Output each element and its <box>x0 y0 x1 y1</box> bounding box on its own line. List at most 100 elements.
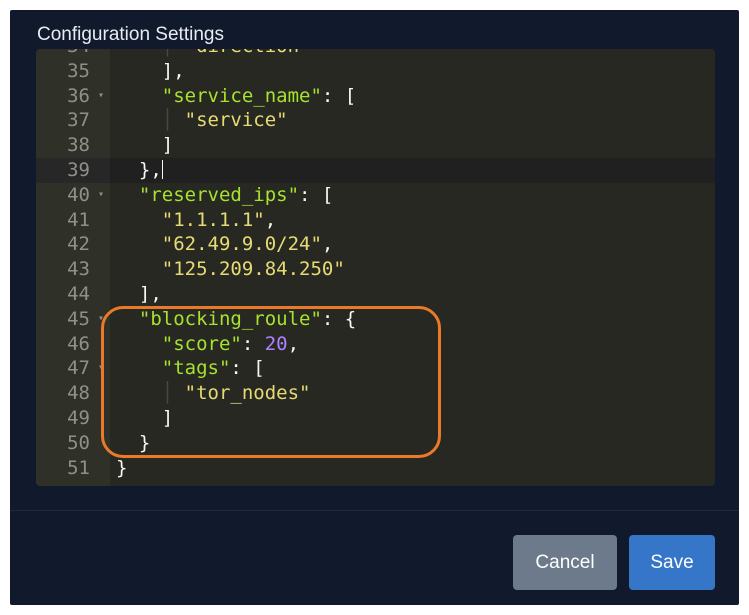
code-token: } <box>116 431 151 454</box>
code-line[interactable]: 36 ▾ "service_name": [ <box>36 84 715 109</box>
code-line[interactable]: 46 "score": 20, <box>36 332 715 357</box>
code-token: "service" <box>184 109 288 132</box>
line-number: 43 <box>67 258 90 281</box>
fold-arrow-icon[interactable]: ▾ <box>96 356 106 381</box>
code-text: ], <box>116 59 185 84</box>
line-number: 38 <box>67 134 90 157</box>
code-token: "125.209.84.250" <box>161 258 345 281</box>
code-token: ], <box>116 59 185 82</box>
code-text: ] <box>116 406 173 431</box>
fold-arrow-icon[interactable]: ▾ <box>96 183 106 208</box>
code-text: "62.49.9.0/24", <box>116 232 334 257</box>
code-text: │ "tor_nodes" <box>116 381 311 406</box>
line-number: 50 <box>67 431 90 454</box>
line-number: 41 <box>67 208 90 231</box>
code-line[interactable]: 48 │ "tor_nodes" <box>36 381 715 406</box>
code-token: "62.49.9.0/24" <box>161 233 322 256</box>
code-token: "1.1.1.1" <box>161 208 265 231</box>
code-token: 20 <box>264 332 288 355</box>
code-line[interactable]: 34 │ "direction" <box>36 49 715 59</box>
code-line[interactable]: 44 ], <box>36 282 715 307</box>
line-number: 44 <box>67 282 90 305</box>
fold-arrow-icon[interactable]: ▾ <box>96 307 106 332</box>
code-text: ], <box>116 282 162 307</box>
code-line[interactable]: 51} <box>36 456 715 481</box>
code-line[interactable]: 37 │ "service" <box>36 108 715 133</box>
code-token: "reserved_ips" <box>138 183 300 206</box>
text-cursor <box>161 159 163 179</box>
code-lines[interactable]: 34 │ "direction"35 ],36▾ "service_name":… <box>36 49 715 480</box>
indent-guide: │ <box>116 109 185 132</box>
code-token: } <box>116 456 128 479</box>
code-text: "service_name": [ <box>116 84 356 109</box>
indent-guide: │ <box>116 382 185 405</box>
code-token: : <box>241 332 265 355</box>
code-line[interactable]: 47 ▾ "tags": [ <box>36 356 715 381</box>
code-text: │ "service" <box>116 108 288 133</box>
line-number: 42 <box>67 233 90 256</box>
code-token: : { <box>321 307 357 330</box>
code-text: }, <box>116 158 163 183</box>
code-text: "blocking_roule": { <box>116 307 356 332</box>
code-token: , <box>287 332 300 355</box>
code-line[interactable]: 45 ▾ "blocking_roule": { <box>36 307 715 332</box>
code-token: "tags" <box>161 357 231 380</box>
code-token: : [ <box>299 183 334 206</box>
line-number: 48 <box>67 382 90 405</box>
line-number: 51 <box>67 456 90 479</box>
line-number: 37 <box>67 109 90 132</box>
code-text: "1.1.1.1", <box>116 208 276 233</box>
code-token: "score" <box>161 332 242 355</box>
code-line[interactable]: 50 } <box>36 431 715 456</box>
line-number: 46 <box>67 332 90 355</box>
code-token: ] <box>116 134 174 157</box>
code-token: "direction" <box>185 49 311 57</box>
code-token: ] <box>116 406 174 429</box>
code-token: , <box>321 233 334 256</box>
code-text: "reserved_ips": [ <box>116 183 333 208</box>
code-text: "tags": [ <box>116 356 265 381</box>
code-line[interactable]: 38 ] <box>36 133 715 158</box>
line-number: 34 <box>36 49 110 59</box>
configuration-dialog: Configuration Settings 34 │ "direction"3… <box>10 10 739 605</box>
code-text: │ "direction" <box>116 49 311 59</box>
footer-divider <box>10 510 739 511</box>
code-token: "service_name" <box>161 84 322 107</box>
code-line[interactable]: 39 }, <box>36 157 715 183</box>
code-line[interactable]: 41 "1.1.1.1", <box>36 208 715 233</box>
cancel-button[interactable]: Cancel <box>513 535 617 590</box>
line-number: 39 <box>36 157 110 183</box>
code-text: ] <box>116 133 173 158</box>
code-token: "tor_nodes" <box>184 382 311 405</box>
code-line[interactable]: 43 "125.209.84.250" <box>36 257 715 282</box>
code-token: "blocking_roule" <box>138 307 322 330</box>
code-text: } <box>116 431 150 456</box>
line-number: 35 <box>67 59 90 82</box>
code-text: "score": 20, <box>116 332 299 357</box>
code-text: } <box>116 456 127 481</box>
code-token: : [ <box>230 357 265 380</box>
indent-guide: │ <box>116 49 185 57</box>
code-token: : [ <box>321 84 357 107</box>
save-button[interactable]: Save <box>629 535 715 590</box>
code-line[interactable]: 40 ▾ "reserved_ips": [ <box>36 183 715 208</box>
code-token: }, <box>116 158 162 181</box>
dialog-title: Configuration Settings <box>37 24 224 45</box>
line-number: 49 <box>67 406 90 429</box>
code-text: "125.209.84.250" <box>116 257 345 282</box>
fold-arrow-icon[interactable]: ▾ <box>96 84 106 109</box>
code-line[interactable]: 42 "62.49.9.0/24", <box>36 232 715 257</box>
code-line[interactable]: 49 ] <box>36 406 715 431</box>
code-line[interactable]: 35 ], <box>36 59 715 84</box>
code-token: ], <box>116 282 162 305</box>
json-code-editor[interactable]: 34 │ "direction"35 ],36▾ "service_name":… <box>36 49 715 486</box>
code-token: , <box>264 208 277 231</box>
